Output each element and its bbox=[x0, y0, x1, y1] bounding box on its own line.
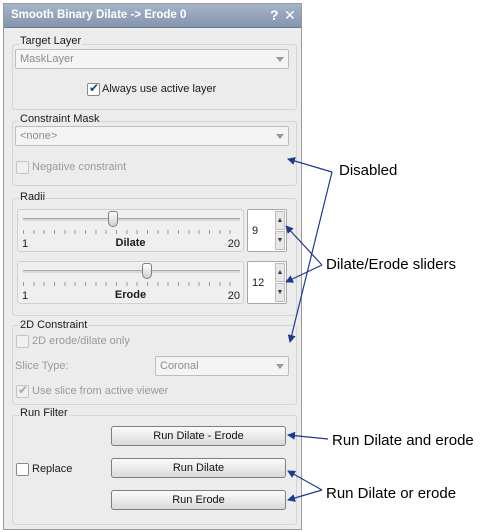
erode-label: Erode bbox=[114, 289, 147, 301]
spin-up-icon[interactable]: ▲ bbox=[275, 263, 285, 282]
chevron-down-icon bbox=[276, 134, 284, 139]
constraint-mask-combo[interactable]: <none> bbox=[15, 126, 289, 146]
slice-type-combo[interactable]: Coronal bbox=[155, 356, 289, 376]
annotation-run-both: Run Dilate and erode bbox=[332, 432, 474, 449]
annotation-sliders: Dilate/Erode sliders bbox=[326, 256, 457, 273]
use-slice-checkbox[interactable]: ✔ bbox=[16, 383, 29, 398]
always-active-checkbox[interactable]: ✔ bbox=[87, 81, 100, 96]
replace-label: Replace bbox=[32, 463, 73, 475]
spin-up-icon[interactable]: ▲ bbox=[275, 211, 285, 230]
check-icon: ✔ bbox=[89, 81, 100, 95]
dilate-max-label: 20 bbox=[227, 238, 240, 250]
target-layer-combo[interactable]: MaskLayer bbox=[15, 49, 289, 69]
negative-constraint-label: Negative constraint bbox=[32, 161, 127, 173]
erode-slider-ticks bbox=[23, 282, 240, 286]
dilate-slider-ticks bbox=[23, 230, 240, 234]
dilate-slider-track bbox=[23, 218, 240, 221]
slice-type-value: Coronal bbox=[160, 360, 199, 372]
replace-checkbox[interactable] bbox=[16, 463, 29, 476]
erode-slider[interactable]: 1 Erode 20 bbox=[17, 261, 244, 304]
help-button[interactable]: ? bbox=[270, 7, 279, 23]
slice-type-label: Slice Type: bbox=[15, 360, 69, 372]
dilate-slider-handle[interactable] bbox=[108, 211, 118, 227]
negative-constraint-checkbox[interactable] bbox=[16, 161, 29, 174]
radii-label: Radii bbox=[19, 191, 47, 203]
dilate-value: 9 bbox=[252, 225, 259, 237]
run-filter-label: Run Filter bbox=[19, 407, 69, 419]
constraint-mask-value: <none> bbox=[20, 130, 58, 142]
chevron-down-icon bbox=[276, 57, 284, 62]
run-dilate-erode-button[interactable]: Run Dilate - Erode bbox=[111, 426, 286, 446]
tool-panel: Smooth Binary Dilate -> Erode 0 ? ✕ Targ… bbox=[3, 3, 302, 530]
spin-down-icon[interactable]: ▼ bbox=[275, 231, 285, 250]
use-slice-label: Use slice from active viewer bbox=[32, 385, 169, 397]
dilate-slider[interactable]: 1 Dilate 20 bbox=[17, 209, 244, 252]
2d-only-label: 2D erode/dilate only bbox=[32, 335, 130, 347]
target-layer-label: Target Layer bbox=[19, 35, 83, 47]
target-layer-value: MaskLayer bbox=[20, 53, 74, 65]
erode-max-label: 20 bbox=[227, 290, 240, 302]
erode-slider-handle[interactable] bbox=[142, 263, 152, 279]
run-dilate-button[interactable]: Run Dilate bbox=[111, 458, 286, 478]
window-title: Smooth Binary Dilate -> Erode 0 bbox=[11, 9, 187, 21]
always-active-label: Always use active layer bbox=[102, 83, 217, 95]
annotation-run-either: Run Dilate or erode bbox=[326, 485, 457, 502]
dilate-label: Dilate bbox=[115, 237, 146, 249]
constraint-2d-label: 2D Constraint bbox=[19, 319, 89, 331]
check-icon: ✔ bbox=[18, 383, 29, 397]
erode-slider-track bbox=[23, 270, 240, 273]
close-button[interactable]: ✕ bbox=[284, 7, 296, 24]
constraint-mask-label: Constraint Mask bbox=[19, 113, 101, 125]
dilate-spinbox[interactable]: 9 ▲ ▼ bbox=[247, 209, 287, 252]
erode-value: 12 bbox=[252, 277, 265, 289]
spin-down-icon[interactable]: ▼ bbox=[275, 283, 285, 302]
erode-spinbox[interactable]: 12 ▲ ▼ bbox=[247, 261, 287, 304]
run-erode-button[interactable]: Run Erode bbox=[111, 490, 286, 510]
chevron-down-icon bbox=[276, 364, 284, 369]
title-bar: Smooth Binary Dilate -> Erode 0 ? ✕ bbox=[4, 4, 301, 28]
2d-only-checkbox[interactable] bbox=[16, 335, 29, 348]
annotation-disabled: Disabled bbox=[339, 162, 398, 179]
